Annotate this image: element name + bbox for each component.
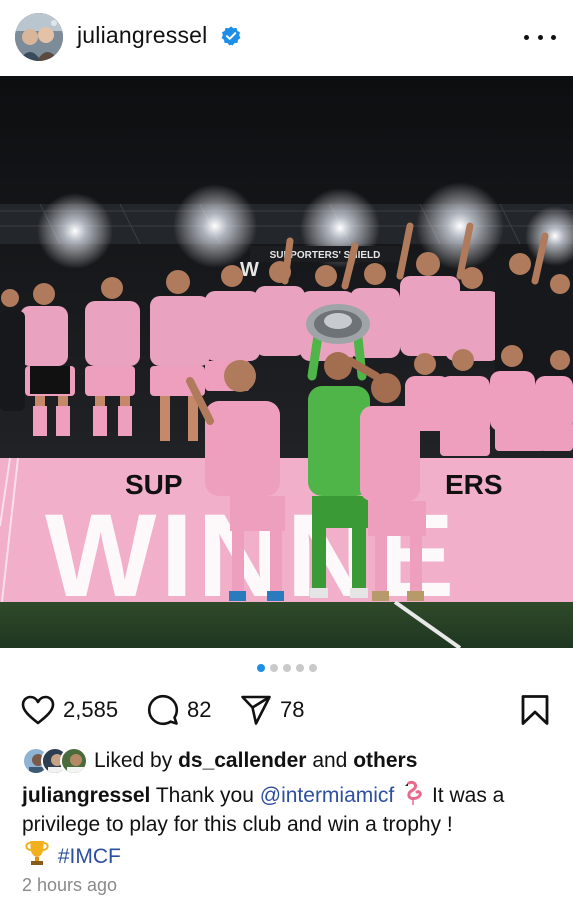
team-celebration-image: SUPPORTERS' SHIELD W SUP ERS WINNE	[0, 76, 573, 648]
profile-avatar[interactable]	[15, 13, 63, 61]
comment-button[interactable]: 82	[147, 690, 211, 730]
caption-username[interactable]: juliangressel	[22, 784, 150, 807]
liked-by-text: Liked by ds_callender and others	[94, 749, 417, 773]
like-button[interactable]: 2,585	[21, 690, 118, 730]
more-options-icon[interactable]	[524, 27, 556, 47]
liked-by-user[interactable]: ds_callender	[178, 749, 306, 772]
carousel-dot	[295, 664, 304, 672]
heart-icon	[21, 695, 55, 725]
caption-hashtag[interactable]: #IMCF	[58, 845, 121, 868]
carousel-dot	[308, 664, 317, 672]
avatar-photo	[15, 13, 63, 61]
dot	[524, 34, 529, 40]
dot	[537, 34, 543, 40]
like-count[interactable]: 2,585	[63, 697, 118, 723]
liked-by-row[interactable]: Liked by ds_callender and others	[22, 745, 417, 777]
dot	[551, 34, 556, 40]
carousel-dot	[282, 664, 291, 672]
trophy-emoji-icon	[25, 841, 49, 865]
caption-text-1: Thank you	[155, 784, 254, 807]
post-header: juliangressel	[0, 0, 573, 76]
post-timestamp[interactable]: 2 hours ago	[22, 875, 117, 896]
verified-badge-icon	[221, 26, 241, 46]
flamingo-emoji-icon	[405, 780, 422, 805]
post-photo[interactable]: SUPPORTERS' SHIELD W SUP ERS WINNE	[0, 76, 573, 648]
share-count[interactable]: 78	[280, 697, 304, 723]
post-actions: 2,585 82 78	[0, 690, 573, 730]
share-button[interactable]: 78	[240, 690, 304, 730]
comment-count[interactable]: 82	[187, 697, 211, 723]
caption-mention[interactable]: @intermiamicf	[260, 784, 395, 807]
post-caption: juliangressel Thank you @intermiamicf It…	[22, 780, 552, 872]
share-send-icon	[241, 695, 271, 725]
comment-icon	[147, 694, 179, 726]
carousel-dot	[269, 664, 278, 672]
carousel-dot-active	[256, 664, 265, 672]
username[interactable]: juliangressel	[77, 22, 207, 49]
liked-by-and: and	[312, 749, 348, 772]
carousel-indicator	[0, 664, 573, 672]
liker-avatar	[60, 747, 88, 775]
bookmark-icon[interactable]	[520, 694, 550, 726]
liked-by-others[interactable]: others	[353, 749, 417, 772]
liked-by-prefix: Liked by	[94, 749, 173, 772]
